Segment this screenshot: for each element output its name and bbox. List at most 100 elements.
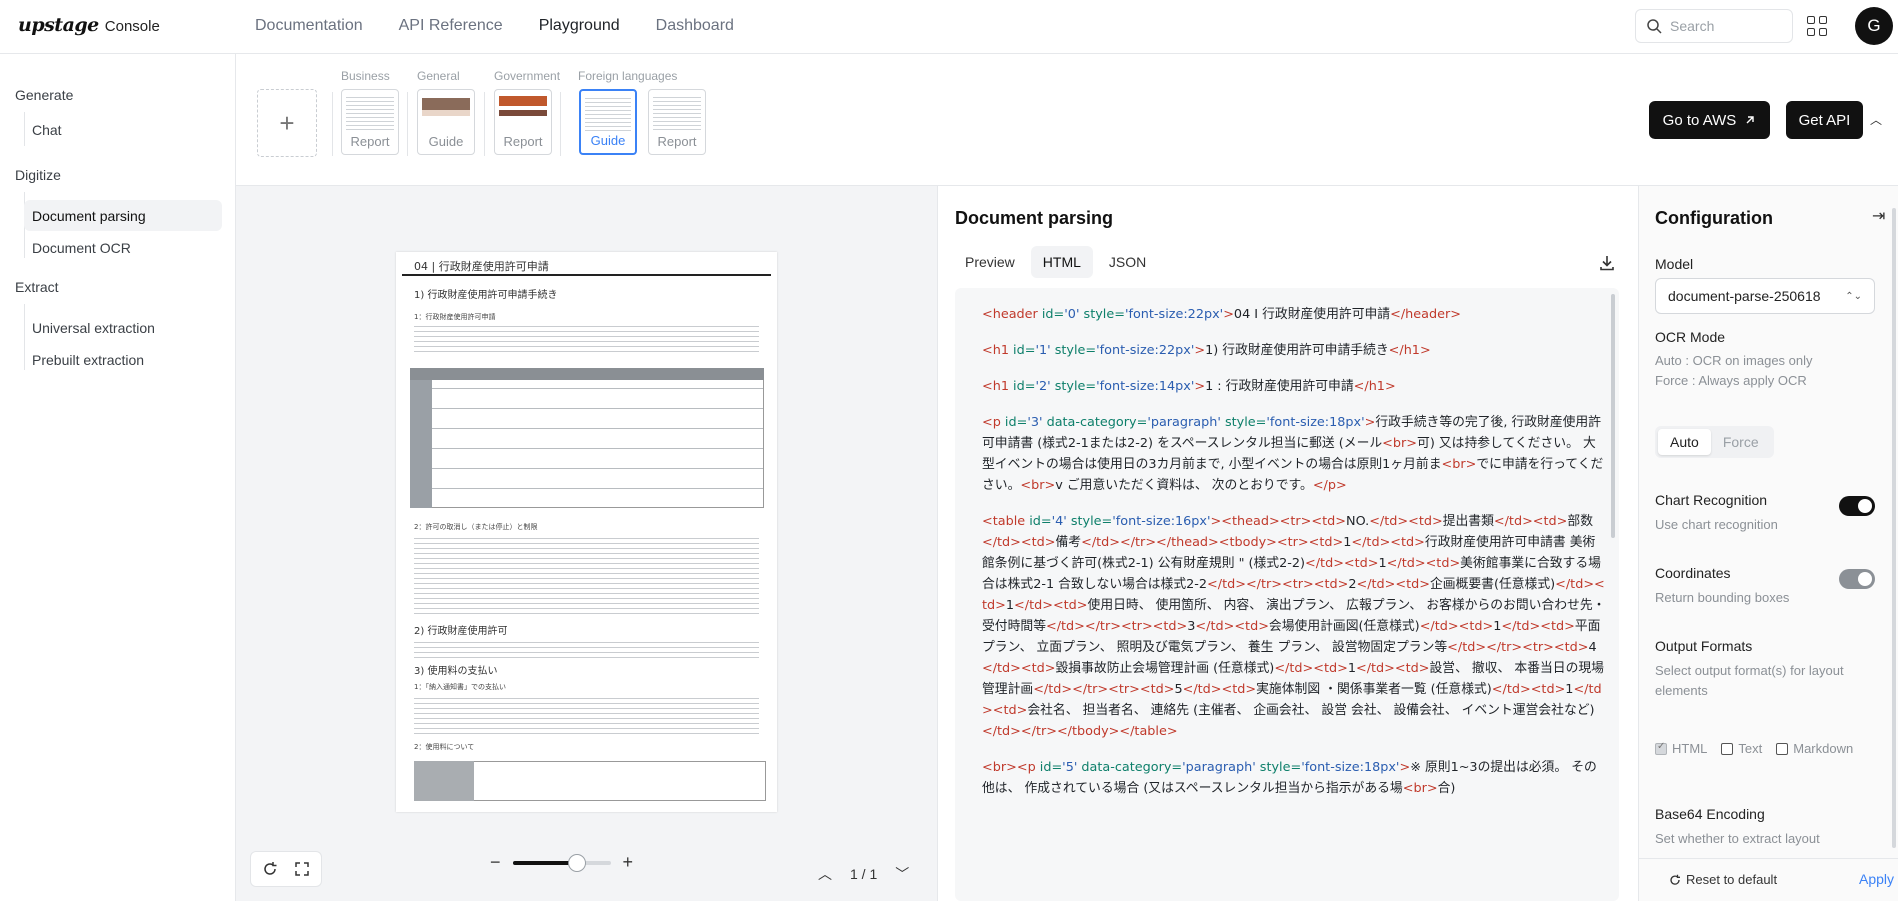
sidebar-item-prebuilt-extraction[interactable]: Prebuilt extraction [24,344,222,375]
get-api-button[interactable]: Get API [1786,101,1863,139]
tab-json[interactable]: JSON [1097,246,1158,278]
go-to-aws-button[interactable]: Go to AWS [1649,101,1770,139]
code-tag: </header> [1390,307,1461,322]
page-indicator: 1 / 1 [850,866,878,882]
output-tabs: Preview HTML JSON [953,246,1158,278]
sidebar-item-document-parsing[interactable]: Document parsing [24,200,222,231]
tab-preview[interactable]: Preview [953,246,1027,278]
code-tag: <h1 [982,343,1014,358]
code-tag: </td> [1493,514,1533,529]
tab-html[interactable]: HTML [1030,246,1093,278]
output-format-options: HTML Text Markdown [1655,741,1853,756]
collapse-panel-icon[interactable]: ⇥ [1872,206,1885,226]
sample-thumb-general-guide[interactable]: Guide [417,89,475,155]
logo-console-label: Console [104,18,160,35]
code-tag: <p [1016,760,1040,775]
search-box[interactable] [1635,9,1793,43]
chart-recognition-label: Chart Recognition [1655,492,1768,508]
zoom-in-icon[interactable]: + [623,852,634,873]
sample-thumb-government-report[interactable]: Report [494,89,552,155]
html-code-output[interactable]: <header id='0' style='font-size:22px'>04… [955,288,1619,901]
code-attr: id= [1029,514,1052,529]
page-table-header [410,368,764,380]
sample-thumb-business-report[interactable]: Report [341,89,399,155]
zoom-slider[interactable] [512,853,611,872]
code-attr-value: '5' [1062,760,1082,775]
go-to-aws-label: Go to AWS [1662,111,1737,129]
code-tag: </td> [1274,661,1314,676]
code-scrollbar[interactable] [1611,294,1615,538]
checkbox[interactable] [1776,742,1789,755]
format-option-markdown[interactable]: Markdown [1776,741,1853,756]
ocr-mode-label: OCR Mode [1655,329,1726,345]
code-line: <br><p id='5' data-category='paragraph' … [982,757,1607,799]
code-tag: <td> [1408,514,1443,529]
sidebar-item-document-ocr[interactable]: Document OCR [24,232,222,263]
rotate-icon[interactable] [255,854,285,884]
reset-to-default-button[interactable]: Reset to default [1669,872,1777,887]
fullscreen-icon[interactable] [287,854,317,884]
code-tag: > [1364,415,1376,430]
category-government: Government [494,69,561,83]
code-tag: <header [982,307,1042,322]
nav-documentation[interactable]: Documentation [255,17,363,35]
next-page-chevron-down-icon[interactable]: ﹀ [895,864,909,884]
code-tag: </p> [1312,478,1347,493]
nav-playground[interactable]: Playground [539,17,620,35]
divider [407,92,408,156]
code-line: <h1 id='2' style='font-size:14px'>1 : 行政… [982,376,1607,397]
download-icon[interactable] [1598,254,1618,274]
page-paragraph [414,694,759,734]
code-text: 企画概要書(任意様式) [1429,577,1556,592]
code-tag: <br> [1402,781,1438,796]
code-tag: <td> [1390,535,1425,550]
main-nav: Documentation API Reference Playground D… [255,17,734,35]
avatar[interactable]: G [1855,7,1893,45]
upload-button[interactable]: + [257,89,317,157]
format-option-text[interactable]: Text [1721,741,1762,756]
logo[interactable]: upstage Console [18,14,160,36]
ocr-mode-force[interactable]: Force [1711,429,1771,455]
apply-button[interactable]: Apply [1859,871,1894,887]
code-text: 04 I 行政財産使用許可申請 [1233,307,1391,322]
page-fee-table-header [414,761,474,801]
sidebar-item-universal-extraction[interactable]: Universal extraction [24,312,222,343]
code-tag: <td> [1530,682,1566,697]
collapse-samples-chevron-up-icon[interactable]: ︿ [1870,111,1882,128]
code-tag: <td> [1540,619,1575,634]
code-tag: <tr> [1279,514,1312,529]
zoom-out-icon[interactable]: − [490,852,501,873]
apps-grid-icon[interactable] [1807,16,1827,36]
code-tag: <td> [1139,682,1175,697]
prev-page-chevron-up-icon[interactable]: ︿ [818,864,832,884]
search-icon [1647,19,1662,34]
sample-thumb-foreign-guide[interactable]: Guide [579,89,637,155]
code-attr: id= [1013,379,1036,394]
base64-label: Base64 Encoding [1655,806,1765,822]
sample-thumb-foreign-report[interactable]: Report [648,89,706,155]
code-text: 1) 行政財産使用許可申請手続き [1205,343,1389,358]
code-text: 毀損事故防止会場管理計画 (任意様式) [1055,661,1275,676]
code-tag: </td> [1501,619,1541,634]
code-tag: <tr> [1276,535,1309,550]
code-tag: <td> [1394,661,1430,676]
output-title: Document parsing [955,208,1114,228]
checkbox[interactable] [1721,742,1734,755]
config-scrollbar[interactable] [1892,208,1896,848]
chart-recognition-switch[interactable] [1839,496,1875,516]
category-foreign-languages: Foreign languages [578,69,678,83]
format-option-html[interactable]: HTML [1655,741,1707,756]
checkbox[interactable] [1655,741,1667,755]
coordinates-switch[interactable] [1839,569,1875,589]
ocr-mode-auto[interactable]: Auto [1658,429,1711,455]
sidebar: Generate Chat Digitize Document parsing … [0,54,236,901]
nav-dashboard[interactable]: Dashboard [656,17,734,35]
zoom-slider-handle[interactable] [568,853,587,872]
search-input[interactable] [1670,18,1780,34]
nav-api-reference[interactable]: API Reference [399,17,503,35]
divider [560,92,561,156]
sidebar-item-chat[interactable]: Chat [24,114,222,145]
model-select[interactable]: document-parse-250618 ⌃⌄ [1655,278,1875,314]
code-text: 備考 [1055,535,1082,550]
code-tag: > [1194,343,1206,358]
